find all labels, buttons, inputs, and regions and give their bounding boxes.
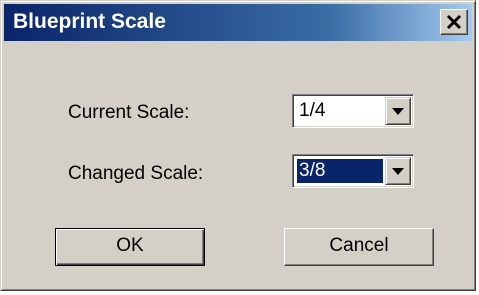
cancel-button[interactable]: Cancel xyxy=(284,228,434,266)
changed-scale-label: Changed Scale: xyxy=(68,163,204,184)
close-button[interactable] xyxy=(440,9,468,35)
close-icon xyxy=(446,14,462,30)
changed-scale-dropdown-button[interactable] xyxy=(385,157,411,185)
ok-button[interactable]: OK xyxy=(55,228,205,266)
chevron-down-icon xyxy=(392,108,404,115)
current-scale-dropdown-button[interactable] xyxy=(385,97,411,125)
current-scale-value: 1/4 xyxy=(299,100,326,121)
current-scale-label: Current Scale: xyxy=(68,102,190,123)
window-title: Blueprint Scale xyxy=(13,10,166,33)
title-bar[interactable]: Blueprint Scale xyxy=(4,4,472,41)
current-scale-select[interactable]: 1/4 xyxy=(292,94,414,128)
changed-scale-value: 3/8 xyxy=(297,159,383,183)
changed-scale-select[interactable]: 3/8 xyxy=(292,154,414,188)
chevron-down-icon xyxy=(392,168,404,175)
blueprint-scale-dialog: Blueprint Scale Current Scale: 1/4 Chang… xyxy=(0,0,476,291)
